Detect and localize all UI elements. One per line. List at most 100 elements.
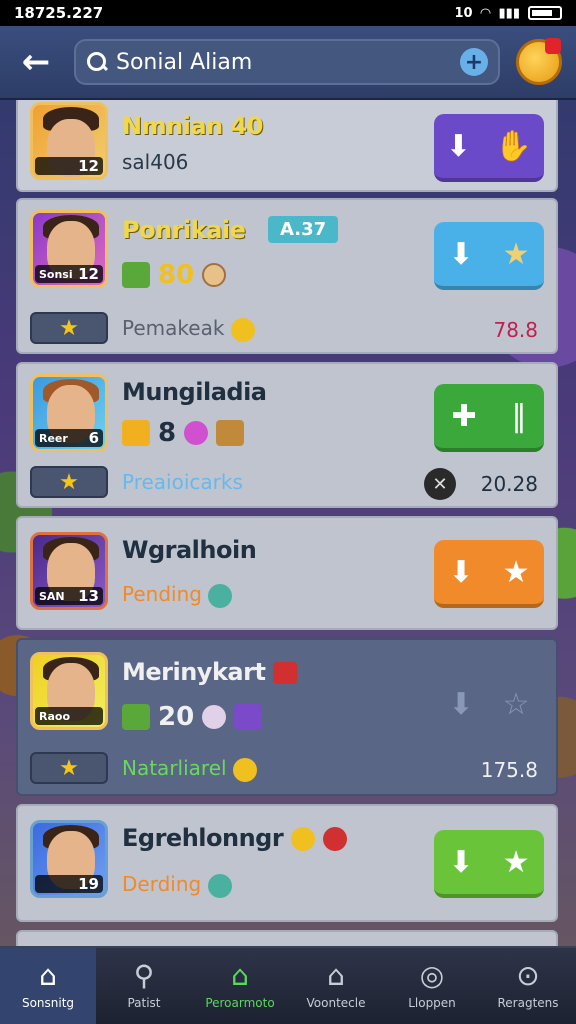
list-item[interactable]: 19 Egrehlonngr Derding ⬇ ★ xyxy=(16,804,558,922)
pearl-icon xyxy=(202,705,227,729)
list-item[interactable]: Raoo Merinykart 20 ★ Natarliarel ⬇ ☆ 175… xyxy=(16,638,558,796)
avatar-level-tag: Sonsi 12 xyxy=(35,265,103,283)
decline-icon[interactable]: ✕ xyxy=(424,468,456,500)
player-name: Wgralhoin xyxy=(122,536,257,564)
resource-row: 80 xyxy=(122,260,227,290)
back-button[interactable]: ← xyxy=(14,40,58,84)
player-subtitle: sal406 xyxy=(122,150,189,174)
search-input[interactable]: Sonial Aliam xyxy=(116,50,452,75)
nav-label: Sonsnitg xyxy=(21,996,75,1010)
level-number: 13 xyxy=(78,587,99,605)
house-icon: ⌂ xyxy=(231,959,249,992)
nav-base[interactable]: ⌂ Peroarmoto xyxy=(192,948,288,1024)
avatar[interactable]: 12 xyxy=(30,102,108,180)
invite-button[interactable]: ⬇ ★ xyxy=(434,830,544,898)
list-item[interactable]: SAN 13 Wgralhoin Pending ⬇ ★ xyxy=(16,516,558,630)
avatar-tag-text: Sonsi xyxy=(39,267,73,281)
avatar-level-tag: SAN 13 xyxy=(35,587,103,605)
down-arrow-icon: ⬇ xyxy=(448,686,474,722)
status-text: Pending xyxy=(122,582,202,606)
status-text: Derding xyxy=(122,872,202,896)
avatar-tag-text: Raoo xyxy=(39,709,71,723)
star-outline-icon: ☆ xyxy=(502,686,530,722)
player-score: 175.8 xyxy=(480,758,538,782)
player-subtitle: Natarliarel xyxy=(122,756,257,782)
player-name-text: Egrehlonngr xyxy=(122,824,284,852)
gold-bar-icon xyxy=(122,420,150,446)
sword-icon xyxy=(273,662,298,684)
coin-icon xyxy=(202,263,227,287)
clover-icon xyxy=(122,262,150,288)
nav-label: Lloppen xyxy=(408,996,456,1010)
resource-count: 20 xyxy=(158,702,195,732)
clover-icon xyxy=(122,704,150,730)
cellular-icon: ▮▮▮ xyxy=(498,5,520,21)
subtitle-text: Natarliarel xyxy=(122,756,227,780)
player-status: Pending xyxy=(122,582,233,608)
top-header: ← Sonial Aliam + xyxy=(0,26,576,100)
avatar-level-tag: 19 xyxy=(35,875,103,893)
nav-record[interactable]: ◎ Lloppen xyxy=(384,948,480,1024)
favorite-star-button[interactable]: ★ xyxy=(30,752,108,784)
level-number: 19 xyxy=(78,875,99,893)
coin-button[interactable] xyxy=(516,38,562,85)
avatar-level-tag: Raoo xyxy=(35,707,103,725)
down-arrow-icon: ⬇ xyxy=(448,844,474,880)
smiley-icon xyxy=(232,757,257,782)
player-name: Mungiladia xyxy=(122,378,267,406)
accept-button[interactable]: ✚ ‖ xyxy=(434,384,544,452)
orb-icon xyxy=(184,421,209,445)
player-name-text: Merinykart xyxy=(122,658,266,686)
search-icon: ⚲ xyxy=(133,959,155,992)
nav-home[interactable]: ⌂ Sonsnitg xyxy=(0,948,96,1024)
level-number: 12 xyxy=(78,265,99,283)
trade-button[interactable]: ⬇ ✋ xyxy=(434,114,544,182)
list-item[interactable]: Sonsi 12 Ponrikaie A.37 80 ★ Pemakeak ⬇ … xyxy=(16,198,558,354)
friends-list: 12 Nmnian 40 sal406 ⬇ ✋ Sonsi 12 Ponrika… xyxy=(0,100,576,946)
gift-button[interactable]: ⬇ ★ xyxy=(434,222,544,290)
favorite-star-button[interactable]: ★ xyxy=(30,466,108,498)
favorite-star-button[interactable]: ★ xyxy=(30,312,108,344)
search-bar[interactable]: Sonial Aliam + xyxy=(74,39,500,85)
bottom-navigation: ⌂ Sonsnitg ⚲ Patist ⌂ Peroarmoto ⌂ Voont… xyxy=(0,946,576,1024)
resource-count: 8 xyxy=(158,418,177,448)
avatar[interactable]: Reer 6 xyxy=(30,374,108,452)
notification-badge xyxy=(545,38,561,54)
potion-icon xyxy=(234,704,263,730)
star-icon: ★ xyxy=(502,844,530,880)
player-name: Egrehlonngr xyxy=(122,824,347,852)
down-arrow-icon: ⬇ xyxy=(445,128,472,164)
player-subtitle: Pemakeak xyxy=(122,316,255,342)
balloon-icon xyxy=(291,827,316,851)
rally-icon: ‖ xyxy=(511,398,527,434)
heart-balloon-icon xyxy=(322,827,347,851)
battery-icon xyxy=(528,6,562,20)
avatar-level-tag: Reer 6 xyxy=(35,429,103,447)
star-icon: ★ xyxy=(502,236,530,272)
player-name: Merinykart xyxy=(122,658,298,686)
inactive-action-button[interactable]: ⬇ ☆ xyxy=(434,670,544,738)
nav-download[interactable]: ⊙ Reragtens xyxy=(480,948,576,1024)
avatar[interactable]: 19 xyxy=(30,820,108,898)
avatar[interactable]: SAN 13 xyxy=(30,532,108,610)
avatar[interactable]: Raoo xyxy=(30,652,108,730)
nav-village[interactable]: ⌂ Voontecle xyxy=(288,948,384,1024)
nav-label: Patist xyxy=(127,996,161,1010)
star-icon: ★ xyxy=(59,315,79,341)
download-icon: ⊙ xyxy=(516,959,540,992)
player-score: 20.28 xyxy=(480,472,538,496)
signal-label: 10 xyxy=(454,5,473,21)
list-item[interactable]: 12 Nmnian 40 sal406 ⬇ ✋ xyxy=(16,100,558,192)
nav-search[interactable]: ⚲ Patist xyxy=(96,948,192,1024)
chest-icon xyxy=(216,420,245,446)
add-friend-icon[interactable]: + xyxy=(460,48,488,76)
avatar-tag-text: Reer xyxy=(39,431,68,445)
avatar[interactable]: Sonsi 12 xyxy=(30,210,108,288)
level-number: 6 xyxy=(88,429,99,447)
list-item[interactable]: Reer 6 Mungiladia 8 ★ Preaioicarks ✚ ‖ ✕… xyxy=(16,362,558,508)
list-item[interactable] xyxy=(16,930,558,946)
home-icon: ⌂ xyxy=(39,959,57,992)
add-icon xyxy=(208,583,233,608)
invite-button[interactable]: ⬇ ★ xyxy=(434,540,544,608)
resource-count: 80 xyxy=(158,260,195,290)
